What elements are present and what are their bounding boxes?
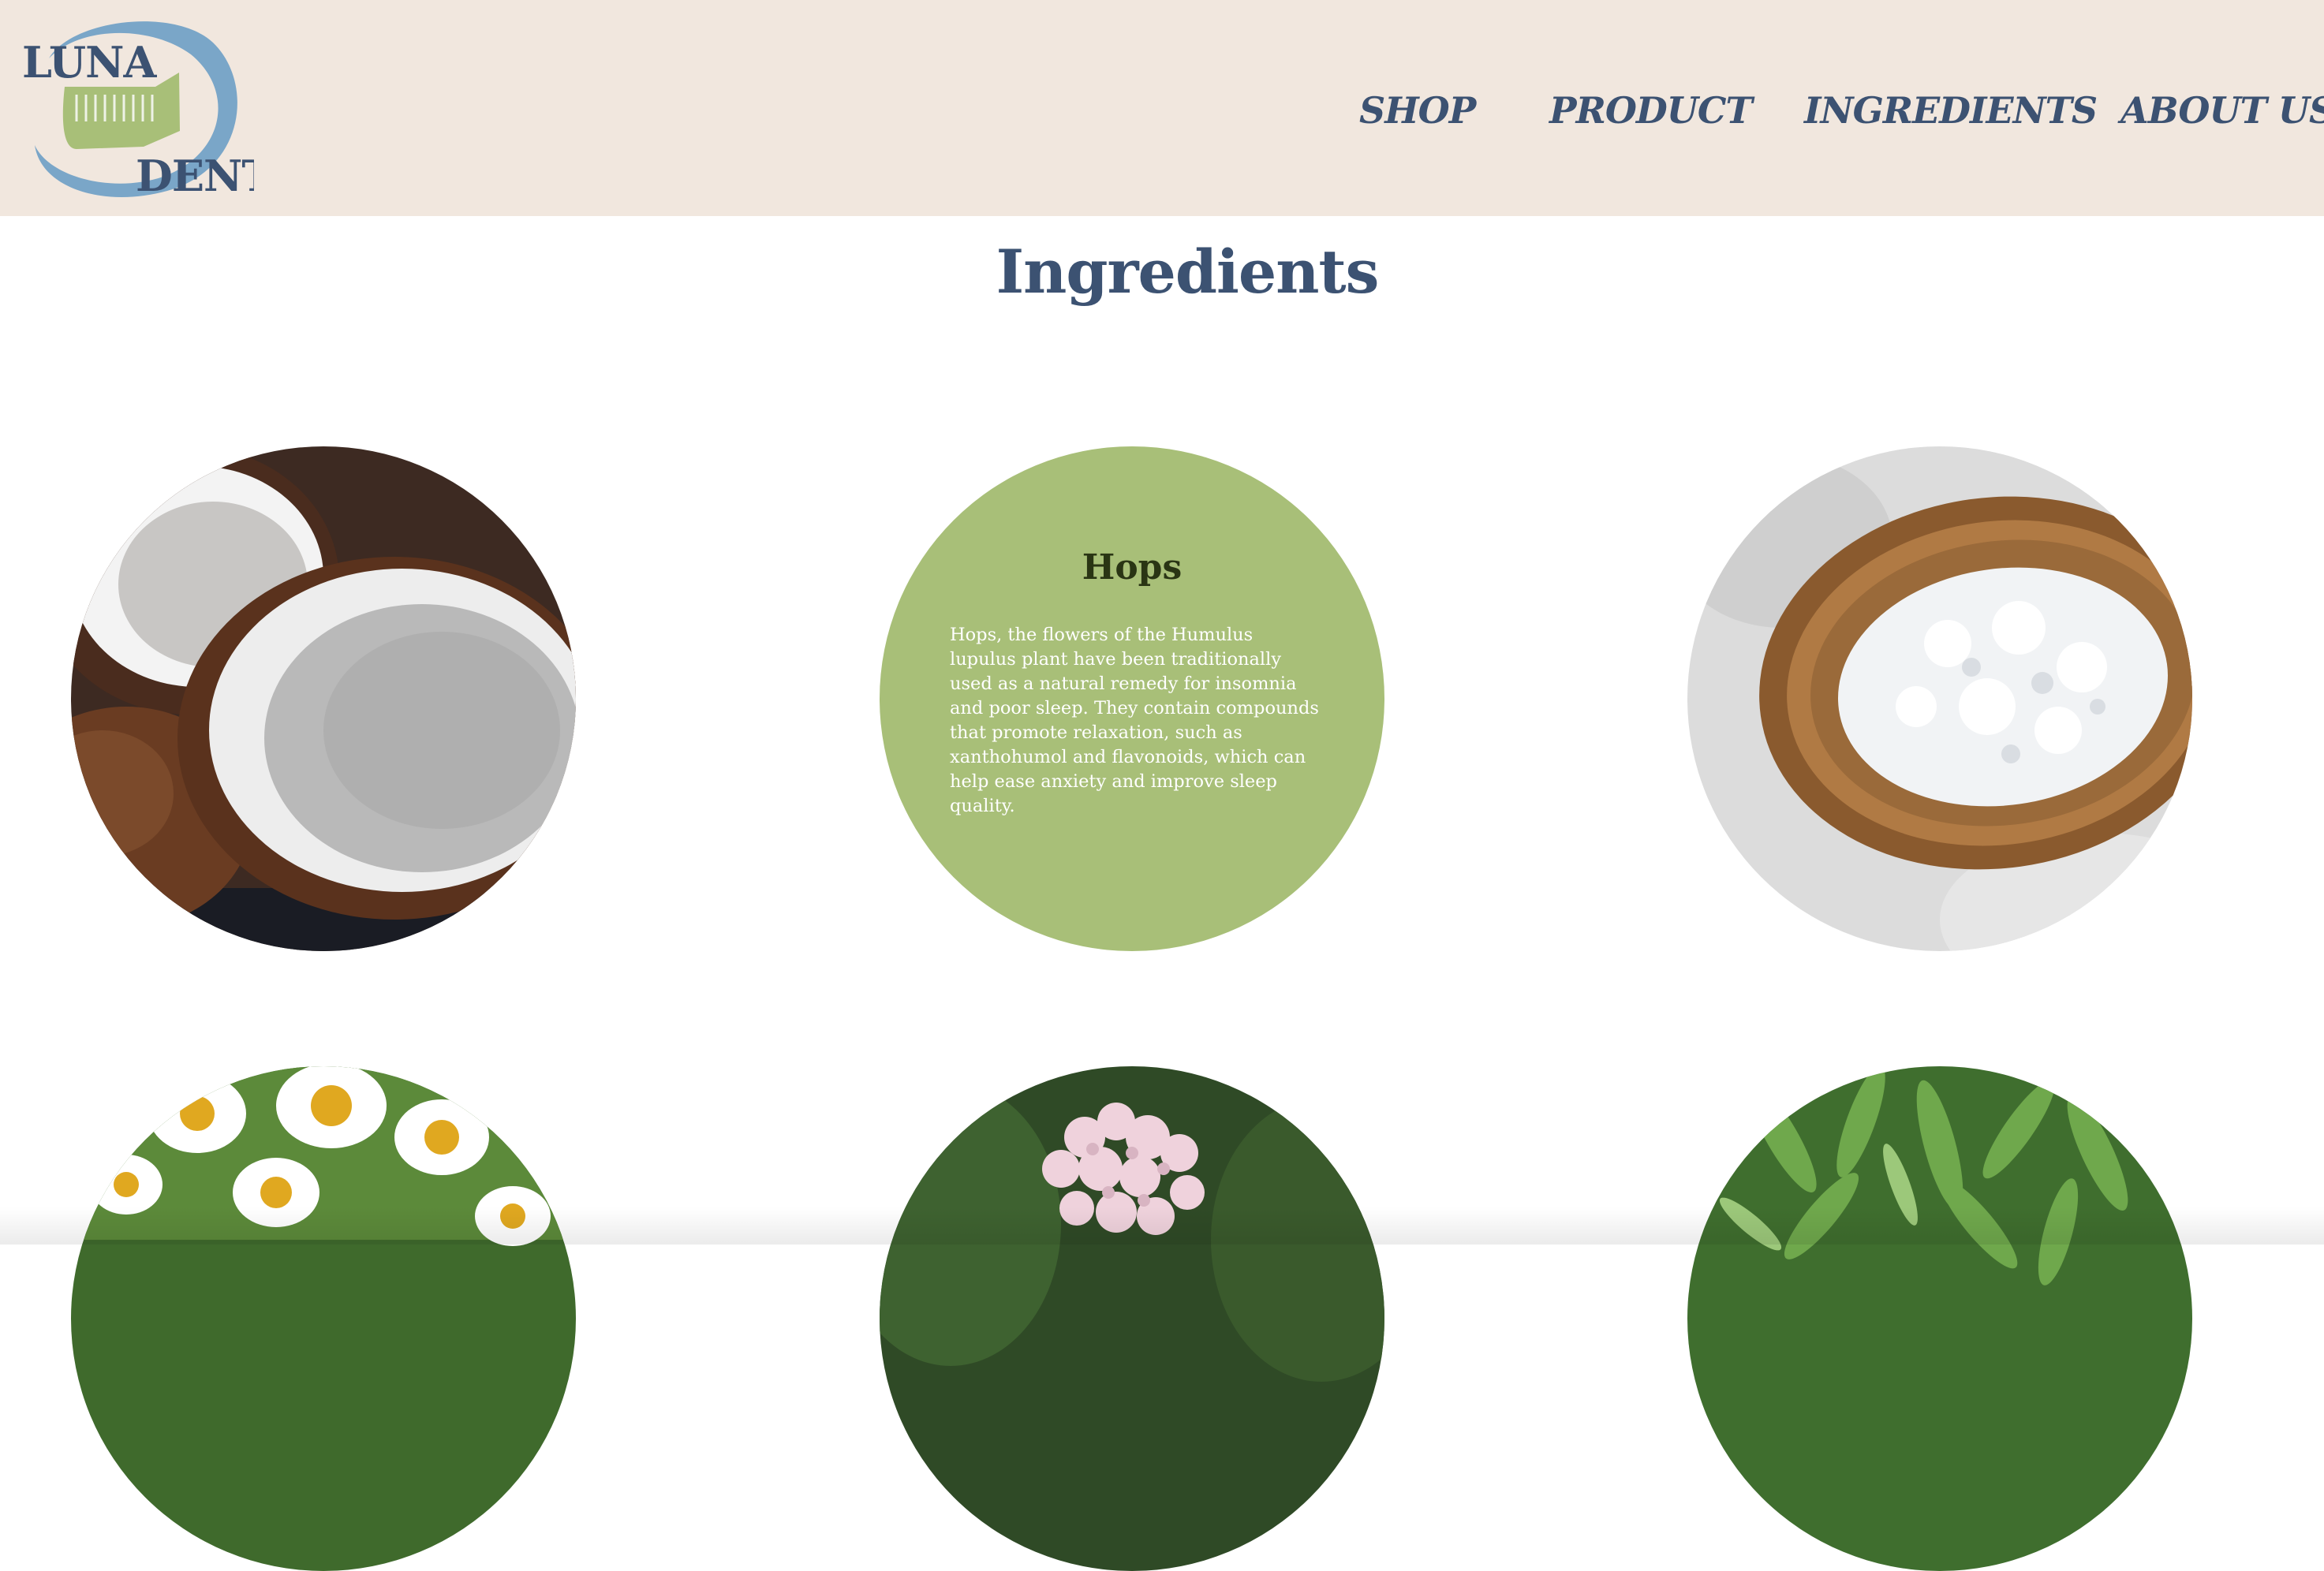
- ingredient-name: Hops: [1082, 547, 1183, 588]
- nav-ingredients[interactable]: INGREDIENTS: [1804, 85, 2098, 136]
- ingredient-card-valerian[interactable]: [880, 1066, 1384, 1571]
- main-nav: SHOP PRODUCT INGREDIENTS ABOUT US: [0, 85, 2324, 136]
- ingredient-card-leaves[interactable]: [1687, 1066, 2192, 1571]
- salt-crystals-image-icon: [1687, 446, 2192, 951]
- ingredient-card-chamomile[interactable]: [71, 1066, 576, 1571]
- valerian-flowers-image-icon: [880, 1066, 1384, 1571]
- site-header: LUNA DENT SHOP PRODUCT INGREDIENTS ABOUT…: [0, 0, 2324, 216]
- nav-about-us[interactable]: ABOUT US: [2120, 85, 2324, 136]
- ingredient-card-hops[interactable]: Hops Hops, the flowers of the Humulus lu…: [880, 446, 1384, 951]
- nav-product[interactable]: PRODUCT: [1549, 85, 1753, 136]
- nav-shop[interactable]: SHOP: [1359, 85, 1476, 136]
- page-title: Ingredients: [996, 237, 1380, 307]
- logo-text-top: LUNA: [22, 37, 157, 88]
- ingredient-card-salt[interactable]: [1687, 446, 2192, 951]
- ingredient-description: Hops, the flowers of the Humulus lupulus…: [950, 625, 1319, 816]
- green-leaves-image-icon: [1687, 1066, 2192, 1571]
- coconut-image-icon: [71, 446, 576, 951]
- logo-text-bottom: DENT: [136, 151, 254, 200]
- chamomile-flowers-image-icon: [71, 1066, 576, 1571]
- ingredient-card-coconut[interactable]: [71, 446, 576, 951]
